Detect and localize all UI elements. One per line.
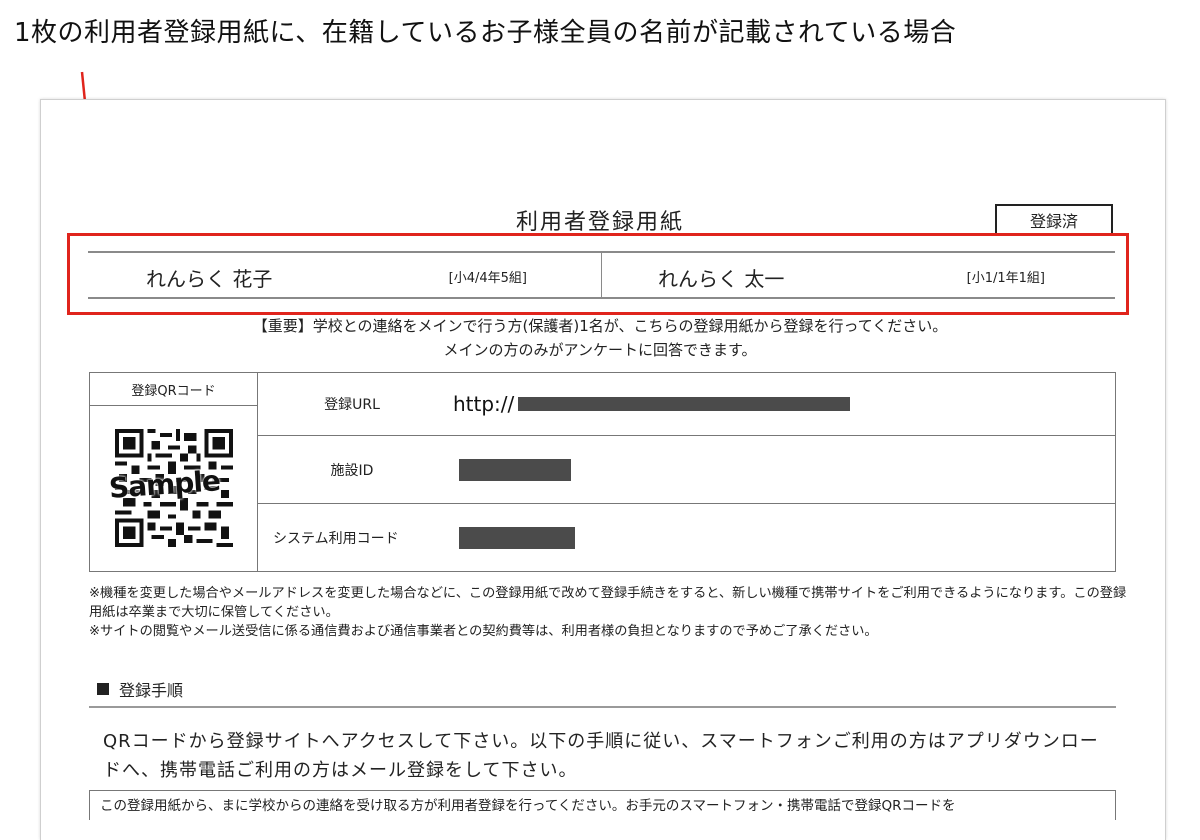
url-redaction xyxy=(518,397,851,411)
registered-stamp: 登録済 xyxy=(995,204,1113,236)
system-code-label: システム利用コード xyxy=(273,530,399,547)
qr-label: 登録QRコード xyxy=(90,373,257,406)
system-code-redaction xyxy=(459,526,575,549)
section-divider xyxy=(89,706,1116,708)
facility-id-label: 施設ID xyxy=(330,462,374,479)
system-code-value xyxy=(453,504,575,571)
square-bullet-icon xyxy=(97,683,109,695)
facility-id-redaction xyxy=(459,458,571,481)
notice-main-only: メインの方のみがアンケートに回答できます。 xyxy=(443,341,757,359)
steps-intro: QRコードから登録サイトへアクセスして下さい。以下の手順に従い、スマートフォンご… xyxy=(103,731,1099,781)
url-label: 登録URL xyxy=(324,397,380,413)
note-device-change: ※機種を変更した場合やメールアドレスを変更した場合などに、この登録用紙で改めて登… xyxy=(89,586,1127,620)
important-notice: 【重要】学校との連絡をメインで行う方(保護者)1名が、こちらの登録用紙から登録を… xyxy=(252,317,948,335)
system-code-row: システム利用コード xyxy=(257,504,1115,571)
url-prefix: http:// xyxy=(453,392,515,416)
section-title: 登録手順 xyxy=(119,681,184,700)
registration-info-table: 登録QRコード Sample 登録URL http:// 施設ID システム利用… xyxy=(89,372,1116,572)
facility-id-value xyxy=(453,436,571,503)
url-value: http:// xyxy=(453,373,851,435)
highlight-box xyxy=(67,233,1129,315)
url-row: 登録URL http:// xyxy=(257,373,1115,436)
note-fees: ※サイトの閲覧やメール送受信に係る通信費および通信事業者との契約費等は、利用者様… xyxy=(89,624,878,639)
notes: ※機種を変更した場合やメールアドレスを変更した場合などに、この登録用紙で改めて登… xyxy=(89,584,1129,641)
page-caption: 1枚の利用者登録用紙に、在籍しているお子様全員の名前が記載されている場合 xyxy=(14,18,957,48)
facility-id-row: 施設ID xyxy=(257,436,1115,504)
section-heading: 登録手順 xyxy=(97,677,183,701)
qr-column: 登録QRコード Sample xyxy=(90,373,258,571)
steps-box-text: この登録用紙から、まに学校からの連絡を受け取る方が利用者登録を行ってください。お… xyxy=(100,798,956,814)
steps-box: この登録用紙から、まに学校からの連絡を受け取る方が利用者登録を行ってください。お… xyxy=(89,790,1116,820)
